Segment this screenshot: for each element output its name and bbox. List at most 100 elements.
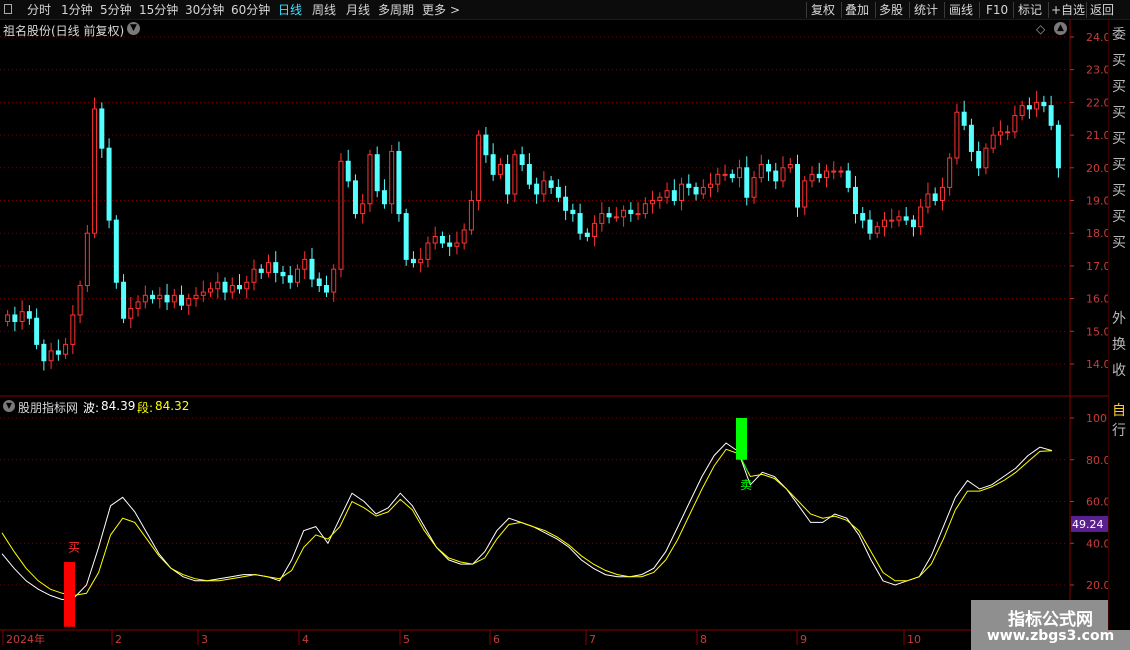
diamond-icon[interactable]: ◇ <box>1036 22 1045 36</box>
f10-button[interactable]: F10 <box>986 0 1008 20</box>
candle-down <box>686 183 692 188</box>
candle-down <box>505 164 511 195</box>
period-60min[interactable]: 60分钟 <box>231 0 270 20</box>
candle-up <box>599 213 605 224</box>
overlay-button[interactable]: 叠加 <box>845 0 869 20</box>
candle-down <box>410 258 416 264</box>
candle-up <box>874 226 880 234</box>
y-tick-label: 17.00 <box>1086 260 1108 273</box>
candle-up <box>389 150 395 205</box>
price-chart[interactable]: 24.00 23.00 22.00 21.00 20.00 19.00 18.00 17.00… <box>0 20 1108 397</box>
candle-down <box>729 173 735 179</box>
candle-up <box>642 203 648 215</box>
period-multi[interactable]: 多周期 <box>378 0 414 20</box>
x-tick-label: 2 <box>115 633 122 646</box>
candle-up <box>171 294 177 303</box>
candle-down <box>258 268 264 273</box>
candle-up <box>229 285 235 293</box>
side-panel[interactable]: 委 买 买 买 买 买 买 买 买 外 换 收 自 行 <box>1108 20 1130 630</box>
candle-up <box>1019 105 1025 116</box>
period-30min[interactable]: 30分钟 <box>185 0 224 20</box>
candle-up <box>142 294 148 303</box>
side-label: 自 <box>1112 403 1126 419</box>
wave-label: 波: <box>83 401 100 415</box>
candle-down <box>1026 105 1032 110</box>
indicator-toggle-icon[interactable]: ▼ <box>3 400 15 412</box>
x-tick-label: 7 <box>589 633 596 646</box>
y-tick-label: 22.00 <box>1086 96 1108 109</box>
candle-up <box>77 285 83 316</box>
x-tick-label: 5 <box>403 633 410 646</box>
fuquan-button[interactable]: 复权 <box>811 0 835 20</box>
y-tick-label: 15.00 <box>1086 325 1108 338</box>
candle-up <box>251 268 257 283</box>
candle-down <box>671 190 677 202</box>
y-tick-label: 21.00 <box>1086 129 1108 142</box>
candle-up <box>512 154 518 195</box>
candle-down <box>555 186 561 198</box>
candle-up <box>302 258 308 270</box>
x-tick-label: 4 <box>302 633 309 646</box>
add-watchlist-button[interactable]: +自选 <box>1051 0 1085 20</box>
candle-down <box>309 258 315 280</box>
candle-down <box>374 154 380 192</box>
chevron-down-icon[interactable]: ▼ <box>127 22 140 35</box>
y-tick-label: 24.00 <box>1086 31 1108 44</box>
y-tick-label: 40.00 <box>1086 537 1108 550</box>
candle-down <box>41 343 47 362</box>
period-monthly[interactable]: 月线 <box>346 0 370 20</box>
candle-up <box>896 216 902 221</box>
candle-down <box>287 275 293 283</box>
draw-line-button[interactable]: 画线 <box>949 0 973 20</box>
current-value-label: 49.24 <box>1072 518 1104 531</box>
candle-down <box>606 213 612 218</box>
period-daily[interactable]: 日线 <box>278 0 302 20</box>
y-tick-label: 14.00 <box>1086 358 1108 371</box>
segment-line <box>1 448 1053 596</box>
period-fenshi[interactable]: 分时 <box>27 0 51 20</box>
candle-down <box>816 173 822 179</box>
y-tick-label: 16.00 <box>1086 293 1108 306</box>
candle-up <box>331 268 337 293</box>
candle-up <box>997 131 1003 136</box>
candle-down <box>968 124 974 152</box>
candle-up <box>664 190 670 198</box>
period-5min[interactable]: 5分钟 <box>100 0 132 20</box>
candle-down <box>563 196 569 211</box>
candle-up <box>19 311 25 322</box>
side-label: 买 <box>1112 183 1126 199</box>
candle-up <box>751 177 757 198</box>
multi-stock-button[interactable]: 多股 <box>879 0 903 20</box>
candle-up <box>208 288 214 293</box>
candle-down <box>577 213 583 234</box>
candle-up <box>708 183 714 188</box>
candle-down <box>179 294 185 306</box>
candle-down <box>121 281 127 319</box>
period-15min[interactable]: 15分钟 <box>139 0 178 20</box>
candle-down <box>519 154 525 166</box>
candle-down <box>483 134 489 156</box>
candle-down <box>222 281 228 293</box>
candle-down <box>403 213 409 260</box>
candle-up <box>918 206 924 228</box>
watermark-url: www.zbgs3.com <box>986 628 1115 644</box>
chevron-right-icon[interactable]: > <box>450 0 460 20</box>
back-button[interactable]: 返回 <box>1090 0 1114 20</box>
candle-up <box>186 298 192 306</box>
period-more[interactable]: 更多 <box>422 0 446 20</box>
candle-down <box>345 160 351 182</box>
window-icon[interactable] <box>4 4 12 14</box>
side-label: 买 <box>1112 79 1126 95</box>
stats-button[interactable]: 统计 <box>914 0 938 20</box>
candle-up <box>244 281 250 290</box>
candle-up <box>5 314 11 322</box>
chevron-up-icon[interactable]: ▲ <box>1054 22 1067 35</box>
indicator-chart[interactable]: 100.0 80.00 60.00 40.00 20.00 49.24 买 卖 2024年 2 3 4… <box>0 397 1108 650</box>
candle-down <box>447 242 453 247</box>
candle-down <box>976 150 982 169</box>
period-weekly[interactable]: 周线 <box>312 0 336 20</box>
x-tick-label: 8 <box>700 633 707 646</box>
candle-up <box>679 183 685 201</box>
mark-button[interactable]: 标记 <box>1018 0 1042 20</box>
period-1min[interactable]: 1分钟 <box>61 0 93 20</box>
